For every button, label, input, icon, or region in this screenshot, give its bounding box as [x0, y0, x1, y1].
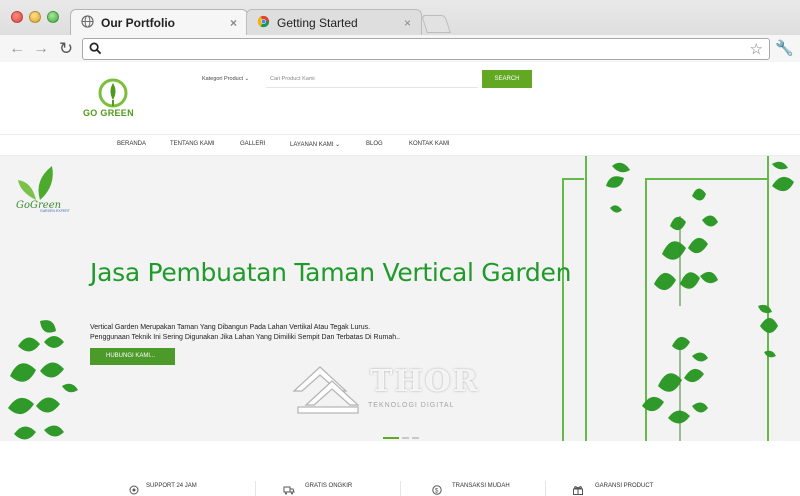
- site-header: GO GREEN Kategori Product ⌄ Cari Product…: [0, 62, 800, 134]
- new-tab-button[interactable]: [421, 15, 451, 33]
- feature-free-shipping: GRATIS ONGKIR: [305, 483, 353, 489]
- product-search: Kategori Product ⌄ Cari Product Kami SEA…: [202, 70, 532, 88]
- tab-getting-started[interactable]: Getting Started ×: [246, 9, 422, 35]
- slider-dot[interactable]: [412, 437, 419, 439]
- star-icon[interactable]: ☆: [750, 40, 763, 58]
- tab-title: Getting Started: [277, 15, 358, 30]
- money-icon: $: [432, 485, 442, 495]
- hero-brand-sub: GARDEN EXPERT: [40, 209, 70, 213]
- tab-our-portfolio[interactable]: Our Portfolio ×: [70, 9, 248, 35]
- hero-desc-line: Vertical Garden Merupakan Taman Yang Dib…: [90, 324, 371, 331]
- chrome-icon: [257, 15, 270, 31]
- nav-item-galleri[interactable]: GALLERI: [240, 141, 265, 147]
- address-bar[interactable]: ☆: [82, 38, 770, 60]
- feature-support: SUPPORT 24 JAM: [146, 483, 197, 489]
- divider: [545, 481, 546, 496]
- tab-close-icon[interactable]: ×: [230, 16, 237, 30]
- globe-icon: [81, 14, 94, 31]
- wrench-icon[interactable]: 🔧: [775, 39, 794, 57]
- gogreen-leaf-icon: [18, 166, 53, 200]
- leaves-decoration-left: [8, 320, 78, 440]
- nav-item-blog[interactable]: BLOG: [366, 141, 383, 147]
- hero-description: Vertical Garden Merupakan Taman Yang Dib…: [90, 323, 400, 343]
- hero-slider: GoGreen GARDEN EXPERT Jasa Pembuatan Tam…: [0, 156, 800, 441]
- nav-item-kontak-kami[interactable]: KONTAK KAMI: [409, 141, 450, 147]
- search-icon: [89, 42, 102, 60]
- logo-text: GO GREEN: [83, 108, 134, 118]
- tab-title: Our Portfolio: [101, 15, 175, 30]
- tab-close-icon[interactable]: ×: [404, 16, 411, 30]
- slider-dots: [383, 437, 419, 439]
- frame-line: [562, 178, 584, 441]
- hero-title: Jasa Pembuatan Taman Vertical Garden: [90, 258, 572, 287]
- browser-toolbar: ← → ↻ ☆ 🔧: [0, 35, 800, 62]
- reload-icon[interactable]: ↻: [56, 39, 76, 59]
- gift-icon: [573, 486, 583, 495]
- divider: [255, 481, 256, 496]
- watermark-logo-icon: [292, 366, 360, 414]
- feature-easy-transaction: TRANSAKSI MUDAH: [452, 483, 510, 489]
- main-nav: BERANDA TENTANG KAMI GALLERI LAYANAN KAM…: [0, 134, 800, 156]
- contact-us-button[interactable]: HUBUNGI KAMI...: [90, 348, 175, 365]
- forward-icon[interactable]: →: [31, 39, 51, 59]
- truck-icon: [283, 486, 295, 495]
- nav-item-layanan-kami[interactable]: LAYANAN KAMI ⌄: [290, 141, 340, 148]
- search-input[interactable]: Cari Product Kami: [266, 70, 478, 88]
- support-icon: [129, 485, 139, 495]
- watermark-text: THOR: [370, 364, 480, 399]
- features-bar: SUPPORT 24 JAM GRATIS ONGKIR $ TRANSAKSI…: [0, 441, 800, 496]
- back-icon[interactable]: ←: [7, 39, 27, 59]
- leaves-decoration-right: [606, 161, 794, 441]
- browser-chrome: Our Portfolio × Getting Started × ← → ↻ …: [0, 0, 800, 62]
- nav-item-tentang-kami[interactable]: TENTANG KAMI: [170, 141, 215, 147]
- divider: [400, 481, 401, 496]
- nav-item-beranda[interactable]: BERANDA: [117, 141, 146, 147]
- close-window-button[interactable]: [11, 11, 23, 23]
- zoom-window-button[interactable]: [47, 11, 59, 23]
- slider-dot[interactable]: [402, 437, 409, 439]
- slider-dot[interactable]: [383, 437, 399, 439]
- hero-desc-line: Penggunaan Teknik Ini Sering Digunakan J…: [90, 334, 400, 341]
- search-button[interactable]: SEARCH: [482, 70, 532, 88]
- category-dropdown[interactable]: Kategori Product ⌄: [202, 76, 262, 82]
- minimize-window-button[interactable]: [29, 11, 41, 23]
- watermark-subtext: TEKNOLOGI DIGITAL: [368, 402, 455, 409]
- feature-product-warranty: GARANSI PRODUCT: [595, 483, 654, 489]
